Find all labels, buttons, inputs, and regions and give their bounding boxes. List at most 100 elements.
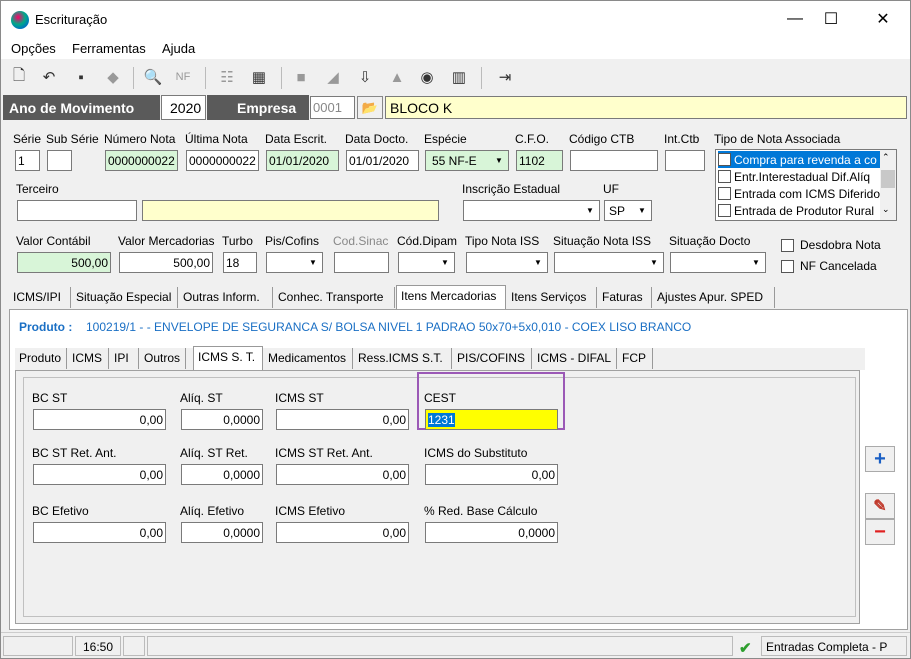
cib-icon[interactable]: ◉ (417, 67, 437, 87)
nfe-icon[interactable]: NF (173, 67, 193, 87)
terceiro-code-field[interactable] (17, 200, 137, 221)
status-cell-empty (147, 636, 733, 656)
icms-efetivo-field[interactable]: 0,00 (276, 522, 409, 543)
icms-subst-field[interactable]: 0,00 (425, 464, 558, 485)
preview-icon[interactable]: 🔍 (143, 67, 163, 87)
data-escrit-field[interactable]: 01/01/2020 (266, 150, 339, 171)
produto-value: 100219/1 - - ENVELOPE DE SEGURANCA S/ BO… (86, 320, 692, 334)
tab-medicamentos[interactable]: Medicamentos (264, 348, 353, 369)
tab-outros[interactable]: Outros (140, 348, 186, 369)
cest-field[interactable]: 1231 (425, 409, 558, 430)
tab-situacao-especial[interactable]: Situação Especial (72, 287, 178, 308)
pis-select[interactable]: ▼ (266, 252, 323, 273)
nf-cancelada-checkbox[interactable]: NF Cancelada (781, 259, 877, 273)
cod-dipam-select[interactable]: ▼ (398, 252, 455, 273)
save-icon[interactable]: ▪ (71, 67, 91, 87)
window-title: Escrituração (35, 12, 108, 27)
cfo-field[interactable]: 1102 (516, 150, 563, 171)
edit-icon[interactable]: ✎ (865, 493, 895, 519)
red-base-field[interactable]: 0,0000 (425, 522, 558, 543)
tab-ipi[interactable]: IPI (110, 348, 139, 369)
delete-icon[interactable]: ◆ (103, 67, 123, 87)
tab-outras-inform[interactable]: Outras Inform. (179, 287, 273, 308)
tab-icms[interactable]: ICMS (68, 348, 109, 369)
ie-select[interactable]: ▼ (463, 200, 600, 221)
close-button[interactable]: ✕ (860, 1, 906, 37)
valor-merc-field[interactable]: 500,00 (119, 252, 213, 273)
chevron-up-icon[interactable]: ⌃ (882, 152, 890, 163)
numero-field[interactable]: 0000000022 (105, 150, 178, 171)
aliq-st-ret-field[interactable]: 0,0000 (181, 464, 263, 485)
tree-icon[interactable]: ☷ (217, 67, 237, 87)
sub-tabs: Produto ICMS IPI Outros ICMS S. T. Medic… (15, 346, 865, 370)
cloud-icon[interactable]: ▲ (387, 67, 407, 87)
exit-icon[interactable]: ⇥ (495, 67, 515, 87)
subserie-field[interactable] (47, 150, 72, 171)
checkbox[interactable] (718, 204, 731, 217)
tab-icms-st[interactable]: ICMS S. T. (193, 346, 263, 370)
sit-iss-select[interactable]: ▼ (554, 252, 664, 273)
checkbox[interactable] (718, 187, 731, 200)
maximize-button[interactable]: ☐ (808, 1, 854, 37)
tab-conhec-transporte[interactable]: Conhec. Transporte (274, 287, 395, 308)
tab-ajustes-sped[interactable]: Ajustes Apur. SPED (653, 287, 775, 308)
undo-icon[interactable]: ↶ (39, 67, 59, 87)
especie-select[interactable]: 55 NF-E ▼ (425, 150, 509, 171)
icms-subst-label: ICMS do Substituto (424, 446, 528, 460)
uf-select[interactable]: SP ▼ (604, 200, 652, 221)
tab-produto[interactable]: Produto (15, 348, 67, 369)
data-docto-field[interactable]: 01/01/2020 (346, 150, 419, 171)
bc-st-ret-field[interactable]: 0,00 (33, 464, 166, 485)
tab-faturas[interactable]: Faturas (598, 287, 652, 308)
scrollbar[interactable]: ⌃ ⌄ (880, 150, 896, 220)
tab-icms-ipi[interactable]: ICMS/IPI (9, 287, 71, 308)
int-ctb-field[interactable] (665, 150, 705, 171)
ultima-field: 0000000022 (186, 150, 259, 171)
icms-st-field[interactable]: 0,00 (276, 409, 409, 430)
tab-itens-mercadorias[interactable]: Itens Mercadorias (396, 285, 506, 309)
calculator-icon[interactable]: ▦ (249, 67, 269, 87)
tab-itens-servicos[interactable]: Itens Serviços (507, 287, 597, 308)
turbo-field[interactable]: 18 (223, 252, 257, 273)
folder-icon[interactable]: ■ (291, 67, 311, 87)
new-document-icon[interactable]: 🗋 (9, 67, 29, 87)
valor-contabil-field[interactable]: 500,00 (17, 252, 111, 273)
remove-icon[interactable]: − (865, 519, 895, 545)
tipo-iss-select[interactable]: ▼ (466, 252, 548, 273)
serie-field[interactable]: 1 (15, 150, 40, 171)
list-item[interactable]: Entr.Interestadual Dif.Alíq (718, 168, 880, 185)
grid-icon[interactable]: ▥ (449, 67, 469, 87)
aliq-efetivo-field[interactable]: 0,0000 (181, 522, 263, 543)
desdobra-checkbox[interactable]: Desdobra Nota (781, 238, 881, 252)
sit-docto-select[interactable]: ▼ (670, 252, 766, 273)
checkbox[interactable] (718, 153, 731, 166)
tab-ress-icms-st[interactable]: Ress.ICMS S.T. (354, 348, 452, 369)
checkbox[interactable] (718, 170, 731, 183)
download-icon[interactable]: ⇩ (355, 67, 375, 87)
open-folder-icon[interactable]: 📂 (357, 96, 383, 119)
toolbar: 🗋 ↶ ▪ ◆ 🔍 NF ☷ ▦ ■ ◢ ⇩ ▲ ◉ ▥ ⇥ (1, 61, 910, 93)
menu-ajuda[interactable]: Ajuda (162, 41, 195, 56)
scroll-thumb[interactable] (881, 170, 895, 188)
aliq-st-field[interactable]: 0,0000 (181, 409, 263, 430)
list-item[interactable]: Entrada de Produtor Rural (718, 202, 880, 219)
chevron-down-icon[interactable]: ⌄ (882, 204, 890, 215)
bc-efetivo-field[interactable]: 0,00 (33, 522, 166, 543)
list-item[interactable]: Compra para revenda a co (718, 151, 880, 168)
checkbox[interactable] (781, 238, 794, 252)
cod-sinac-label: Cod.Sinac (333, 234, 389, 248)
bc-st-field[interactable]: 0,00 (33, 409, 166, 430)
add-icon[interactable]: + (865, 446, 895, 472)
empresa-code-field[interactable]: 0001 (310, 96, 355, 119)
codigo-ctb-field[interactable] (570, 150, 658, 171)
menu-ferramentas[interactable]: Ferramentas (72, 41, 146, 56)
list-item[interactable]: Entrada com ICMS Diferido (718, 185, 880, 202)
tab-icms-difal[interactable]: ICMS - DIFAL (533, 348, 617, 369)
ano-field[interactable]: 2020 (161, 95, 206, 120)
checkbox[interactable] (781, 259, 794, 273)
menu-opcoes[interactable]: Opções (11, 41, 56, 56)
tab-pis-cofins[interactable]: PIS/COFINS (453, 348, 532, 369)
cut-icon[interactable]: ◢ (323, 67, 343, 87)
icms-st-ret-field[interactable]: 0,00 (276, 464, 409, 485)
tab-fcp[interactable]: FCP (618, 348, 653, 369)
